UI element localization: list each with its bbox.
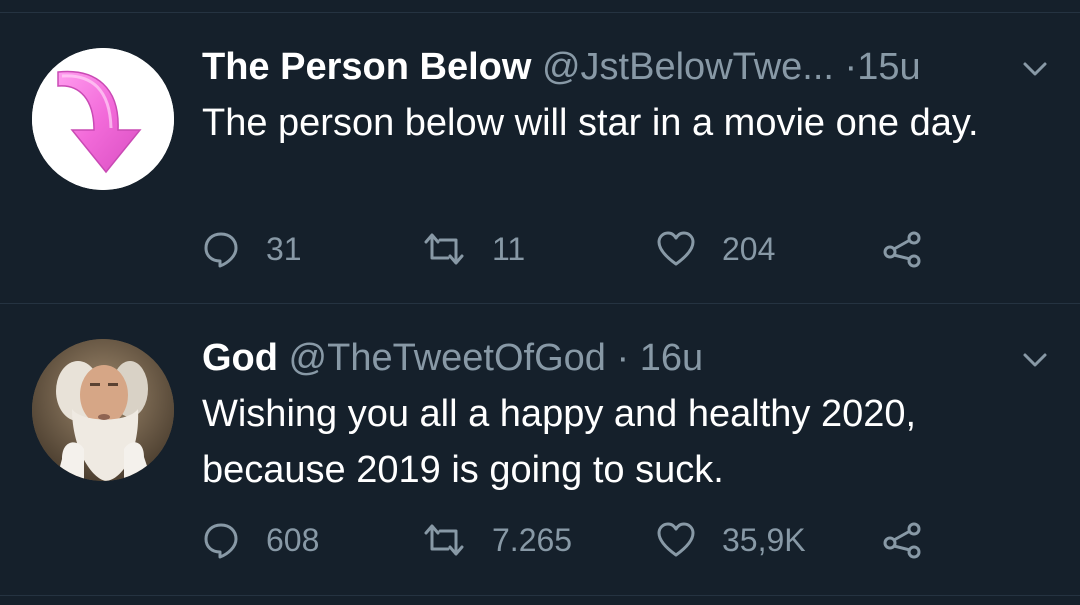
reply-count: 608 [266,521,320,558]
tweet-header: The Person Below @JstBelowTwe... ·15u [202,43,921,91]
share-button[interactable] [882,518,948,562]
display-name[interactable]: The Person Below [202,46,531,88]
avatar[interactable] [32,48,174,190]
reply-count: 31 [266,230,302,267]
reply-button[interactable]: 31 [202,227,302,271]
share-button[interactable] [882,227,948,271]
chevron-down-icon[interactable] [1022,61,1048,77]
timestamp[interactable]: 15u [857,46,920,88]
like-button[interactable]: 204 [656,227,775,271]
tweet[interactable]: God @TheTweetOfGod · 16u Wishing you all… [0,304,1080,594]
heart-icon [657,231,695,266]
user-handle[interactable]: @TheTweetOfGod [289,337,606,379]
tweet-header: God @TheTweetOfGod · 16u [202,334,703,382]
retweet-icon [424,524,464,556]
retweet-count: 7.265 [492,521,573,558]
like-button[interactable]: 35,9K [656,518,806,562]
like-count: 35,9K [722,521,806,558]
bearded-man-portrait [32,339,174,481]
user-handle[interactable]: @JstBelowTwe... [542,46,834,88]
retweet-count: 11 [492,230,526,267]
avatar[interactable] [32,339,174,481]
speech-bubble-icon [204,232,238,268]
tweet-text: The person below will star in a movie on… [202,102,979,144]
chevron-down-icon[interactable] [1022,352,1048,368]
like-count: 204 [722,230,776,267]
timestamp[interactable]: 16u [640,337,703,379]
speech-bubble-icon [204,523,238,559]
heart-icon [657,522,695,557]
pink-arrow-down-icon [32,48,174,190]
tweet-divider [0,595,1080,596]
share-icon [883,231,921,268]
share-icon [883,522,921,559]
retweet-icon [424,233,464,265]
tweet-text: Wishing you all a happy and healthy 2020… [202,393,917,491]
separator-dot: · [616,337,630,379]
retweet-button[interactable]: 11 [422,227,525,271]
retweet-button[interactable]: 7.265 [422,518,572,562]
separator-dot: · [844,46,858,88]
tweet-actions: 31 11 204 [202,227,962,271]
tweet-actions: 608 7.265 35,9K [202,518,962,562]
reply-button[interactable]: 608 [202,518,319,562]
tweet[interactable]: The Person Below @JstBelowTwe... ·15u Th… [0,13,1080,303]
display-name[interactable]: God [202,337,278,379]
